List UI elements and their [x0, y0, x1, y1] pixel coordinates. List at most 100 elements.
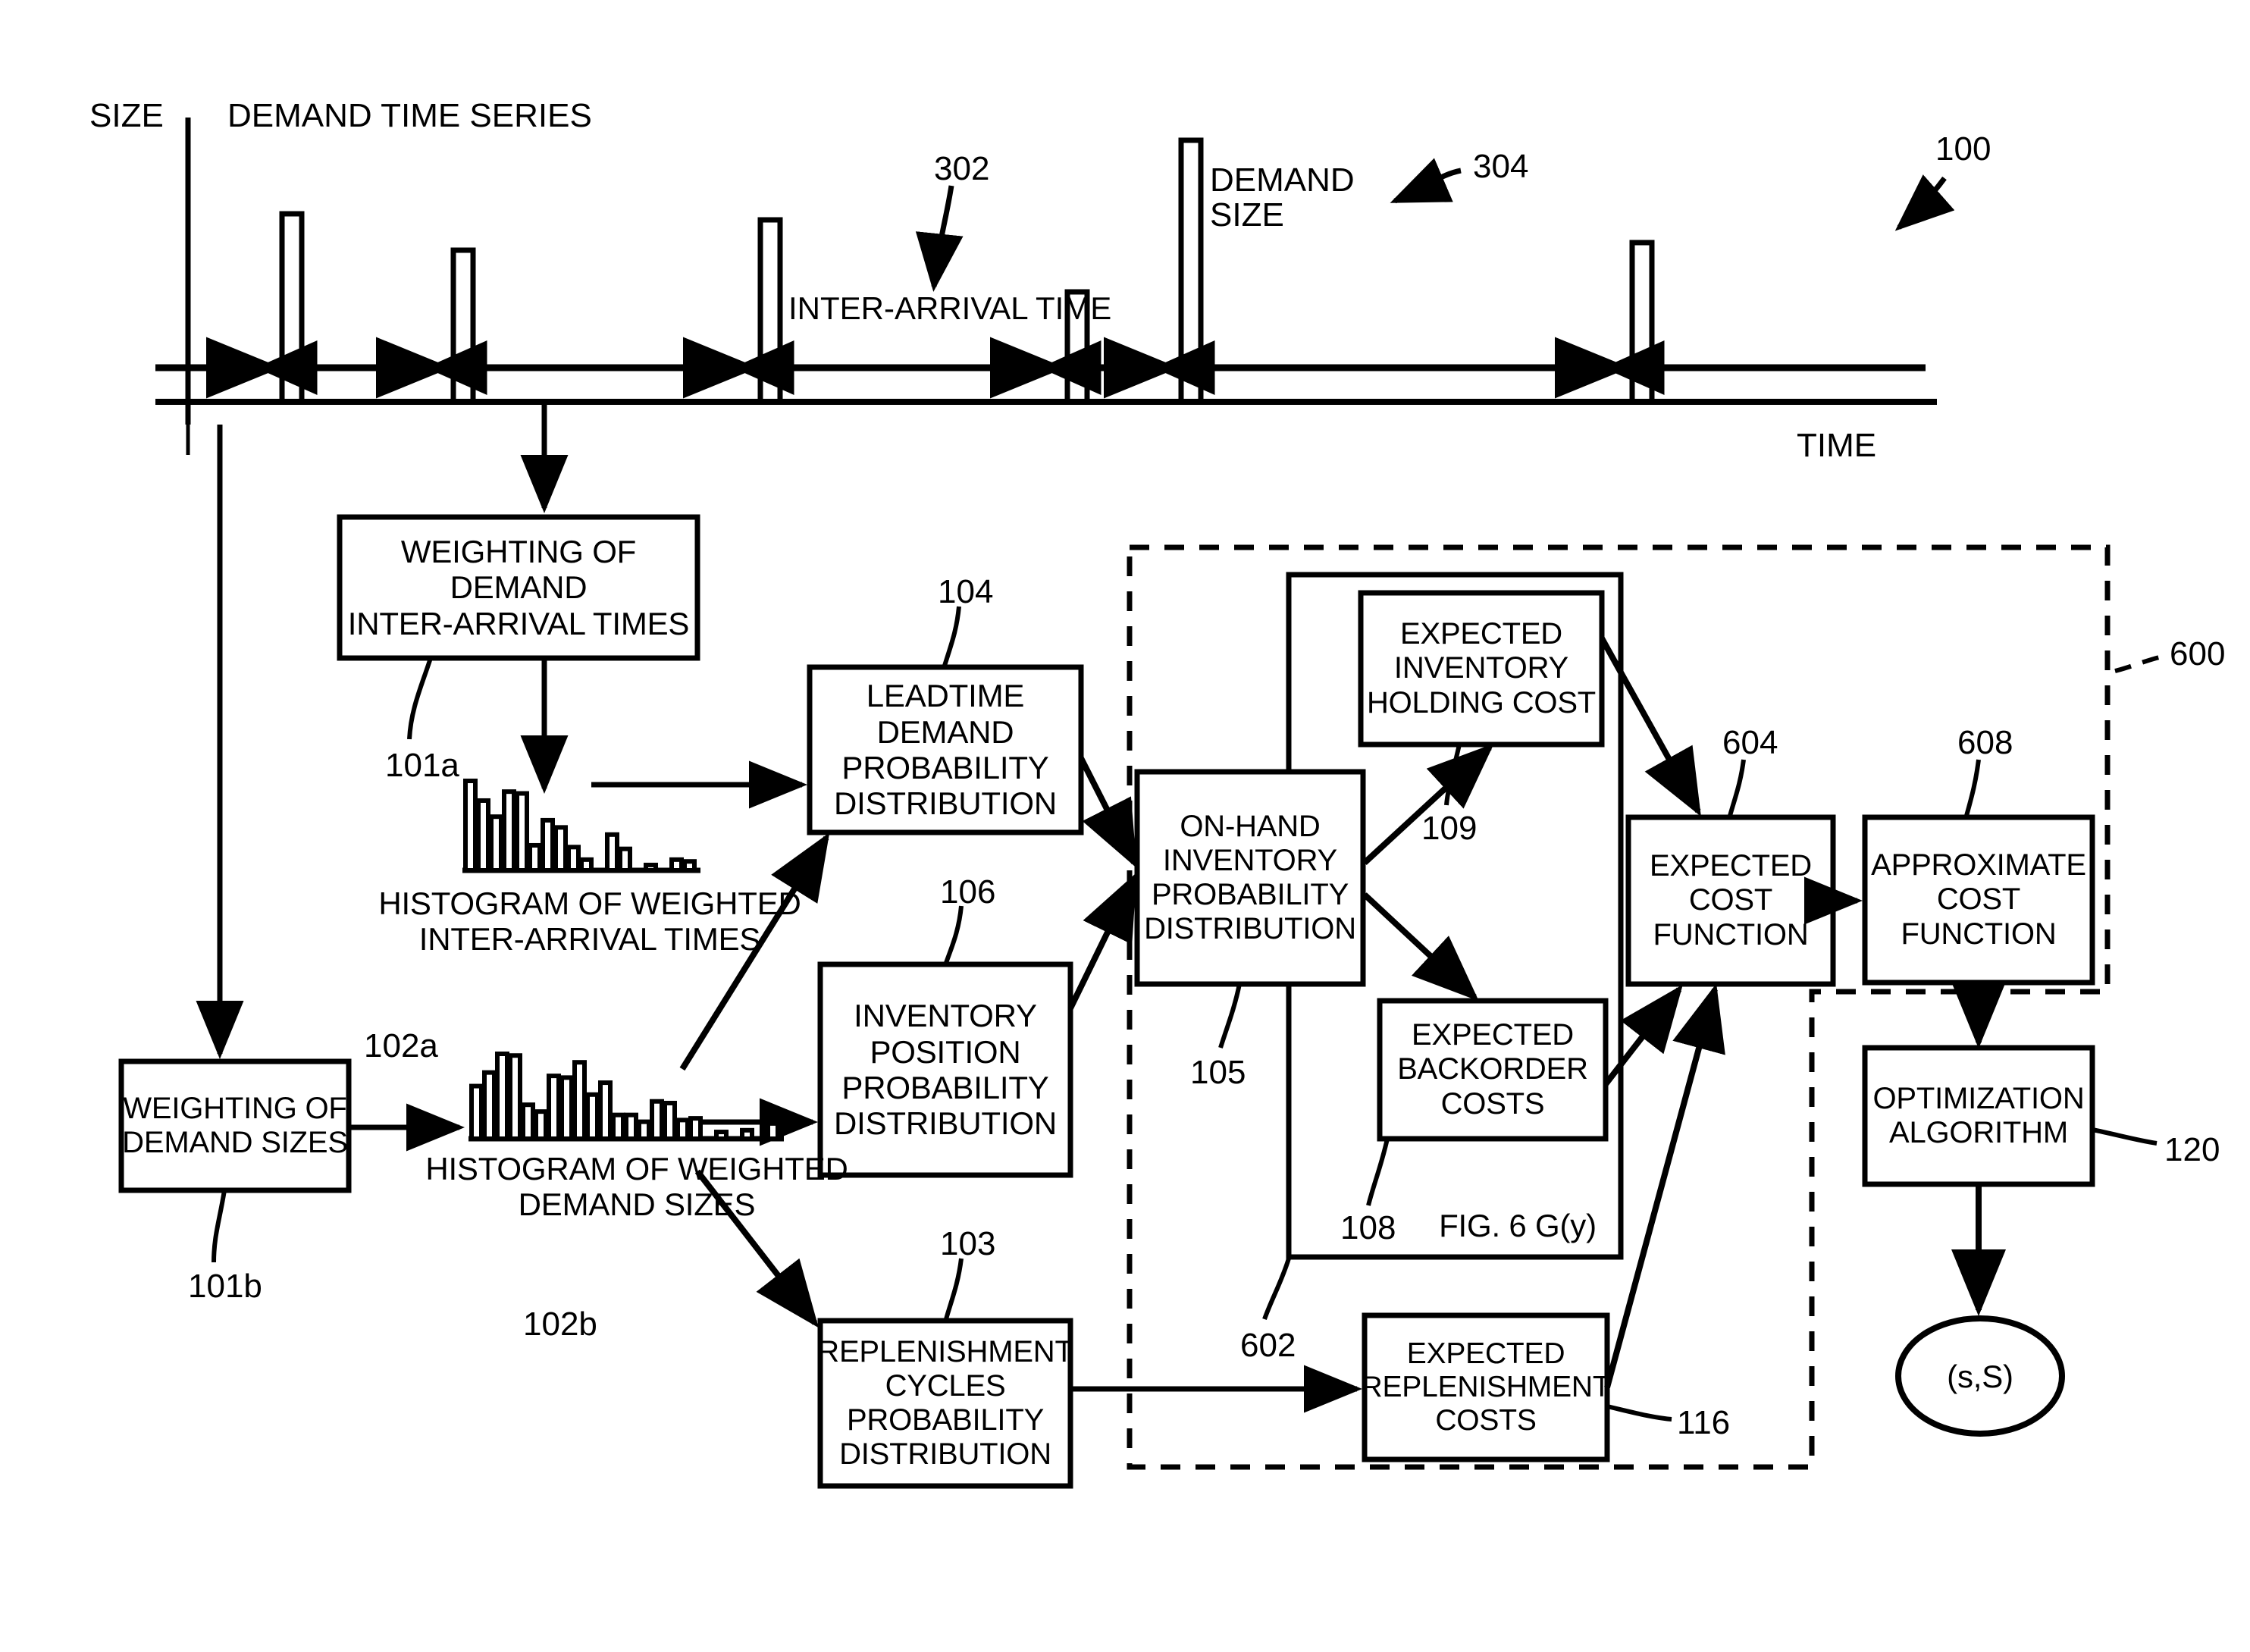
- ref-100: 100: [1935, 130, 1991, 168]
- leader-104: [942, 606, 961, 666]
- leader-100: [1894, 174, 1955, 231]
- histogram-bar: [502, 789, 516, 873]
- timeline-title: DEMAND TIME SERIES: [227, 97, 592, 134]
- ref-108: 108: [1340, 1209, 1396, 1246]
- ref-105: 105: [1190, 1054, 1246, 1091]
- histogram-bar: [495, 1052, 509, 1141]
- histogram-bar: [688, 1116, 703, 1141]
- box-label-inventory-holding-cost: EXPECTED INVENTORY HOLDING COST: [1366, 617, 1597, 719]
- box-label-approximate-cost-function: APPROXIMATE COST FUNCTION: [1871, 848, 2086, 951]
- box-label-expected-cost-function: EXPECTED COST FUNCTION: [1649, 849, 1812, 951]
- ref-104: 104: [938, 573, 994, 610]
- box-label-weighting-sizes: WEIGHTING OF DEMAND SIZES: [122, 1091, 348, 1159]
- histogram-bar: [740, 1127, 754, 1142]
- leader-105: [1218, 983, 1242, 1049]
- histogram-bar: [553, 825, 568, 873]
- histogram-bar: [572, 1060, 587, 1141]
- histogram-bar: [650, 1099, 664, 1141]
- arrow-onhand-to-backorder: [1362, 892, 1479, 1002]
- demand-size-label: DEMAND SIZE: [1210, 161, 1355, 234]
- histogram-bar: [579, 857, 594, 873]
- histogram-bar: [675, 1118, 690, 1141]
- box-label-replenishment-cycles: REPLENISHMENT CYCLES PROBABILITY DISTRIBUTI…: [817, 1334, 1073, 1472]
- box-label-backorder-costs: EXPECTED BACKORDER COSTS: [1397, 1018, 1588, 1121]
- ref-120: 120: [2164, 1131, 2220, 1168]
- leader-106: [944, 905, 964, 964]
- ref-304: 304: [1473, 148, 1529, 185]
- histogram-interarrival-caption: HISTOGRAM OF WEIGHTED INTER-ARRIVAL TIMES: [378, 885, 801, 957]
- ref-608: 608: [1957, 724, 2013, 761]
- leader-604: [1728, 759, 1746, 817]
- terminal-ss-label: (s,S): [1947, 1359, 2013, 1395]
- box-label-weighting-interarrival: WEIGHTING OF DEMAND INTER-ARRIVAL TIMES: [347, 533, 690, 641]
- box-label-leadtime-demand: LEADTIME DEMAND PROBABILITY DISTRIBUTION: [834, 678, 1057, 822]
- histogram-bar: [585, 1092, 600, 1142]
- leader-600: [2114, 654, 2163, 673]
- interarrival-time-label: INTER-ARRIVAL TIME: [788, 290, 1112, 326]
- histogram-demand-sizes: [468, 1052, 784, 1142]
- histogram-bar: [669, 857, 684, 873]
- leader-116: [1606, 1404, 1672, 1422]
- histogram-bar: [644, 862, 658, 873]
- arrow-invpos-to-onhand: [1067, 872, 1137, 1010]
- histogram-bar: [534, 1109, 548, 1142]
- ref-116: 116: [1677, 1404, 1731, 1441]
- histogram-bar: [611, 1112, 625, 1142]
- ref-600: 600: [2170, 635, 2226, 672]
- ref-102b: 102b: [523, 1306, 597, 1343]
- histogram-bar: [637, 1119, 651, 1141]
- patent-figure: SIZE DEMAND TIME SERIES TIME INTER-ARRIV…: [0, 0, 2250, 1652]
- leader-101a: [407, 657, 433, 740]
- histogram-bar: [714, 1130, 729, 1142]
- leader-602: [1262, 1258, 1291, 1321]
- histogram-bar: [521, 1102, 535, 1141]
- leader-304: [1390, 158, 1462, 204]
- leader-108: [1366, 1138, 1390, 1206]
- histogram-bar: [663, 1100, 677, 1141]
- ref-103: 103: [940, 1225, 996, 1262]
- arrow-leadtime-to-onhand: [1078, 757, 1137, 869]
- histogram-bar: [547, 1074, 561, 1141]
- histogram-bar: [559, 1075, 574, 1141]
- histogram-interarrival: [462, 779, 700, 873]
- leader-120: [2092, 1127, 2158, 1146]
- leader-103: [944, 1258, 964, 1320]
- ref-101a: 101a: [385, 747, 459, 784]
- histogram-bar: [682, 859, 697, 873]
- histogram-bar: [476, 798, 490, 873]
- axis-label-time: TIME: [1797, 427, 1877, 464]
- arrow-holding-to-ecf: [1599, 637, 1701, 817]
- leader-101b: [212, 1190, 227, 1263]
- histogram-bar: [541, 817, 555, 873]
- histogram-bar: [482, 1070, 497, 1142]
- ref-109: 109: [1421, 810, 1478, 847]
- histogram-bar: [463, 779, 478, 873]
- histogram-demand-sizes-caption: HISTOGRAM OF WEIGHTED DEMAND SIZES: [425, 1150, 848, 1222]
- histogram-bar: [489, 814, 503, 873]
- arrow-backorder-to-ecf: [1603, 984, 1683, 1086]
- histogram-bar: [566, 845, 581, 873]
- box-label-replenishment-costs: EXPECTED REPLENISHMENT COSTS: [1361, 1337, 1611, 1437]
- histogram-bar: [618, 846, 632, 873]
- leader-302: [915, 185, 964, 292]
- histogram-bar: [605, 832, 619, 873]
- histogram-bar: [469, 1083, 484, 1142]
- histogram-bar: [624, 1112, 638, 1142]
- box-label-onhand-inventory: ON-HAND INVENTORY PROBABILITY DISTRIBUTION: [1144, 809, 1356, 946]
- ref-604: 604: [1722, 724, 1778, 761]
- leader-608: [1964, 759, 1981, 817]
- ref-102a: 102a: [364, 1027, 438, 1064]
- ref-101b: 101b: [188, 1268, 262, 1305]
- histogram-bar: [528, 842, 542, 873]
- ref-106: 106: [940, 873, 996, 911]
- ref-302: 302: [934, 150, 990, 187]
- histogram-bar: [766, 1121, 780, 1141]
- histogram-bar: [515, 791, 529, 873]
- ref-602: 602: [1240, 1327, 1296, 1364]
- axis-label-size: SIZE: [89, 97, 164, 134]
- box-label-optimization-algorithm: OPTIMIZATION ALGORITHM: [1872, 1081, 2085, 1149]
- group-gy-label: FIG. 6 G(y): [1439, 1208, 1597, 1244]
- histogram-bar: [598, 1080, 613, 1141]
- box-label-inventory-position: INVENTORY POSITION PROBABILITY DISTRIBUTION: [834, 998, 1057, 1142]
- histogram-bar: [508, 1053, 522, 1141]
